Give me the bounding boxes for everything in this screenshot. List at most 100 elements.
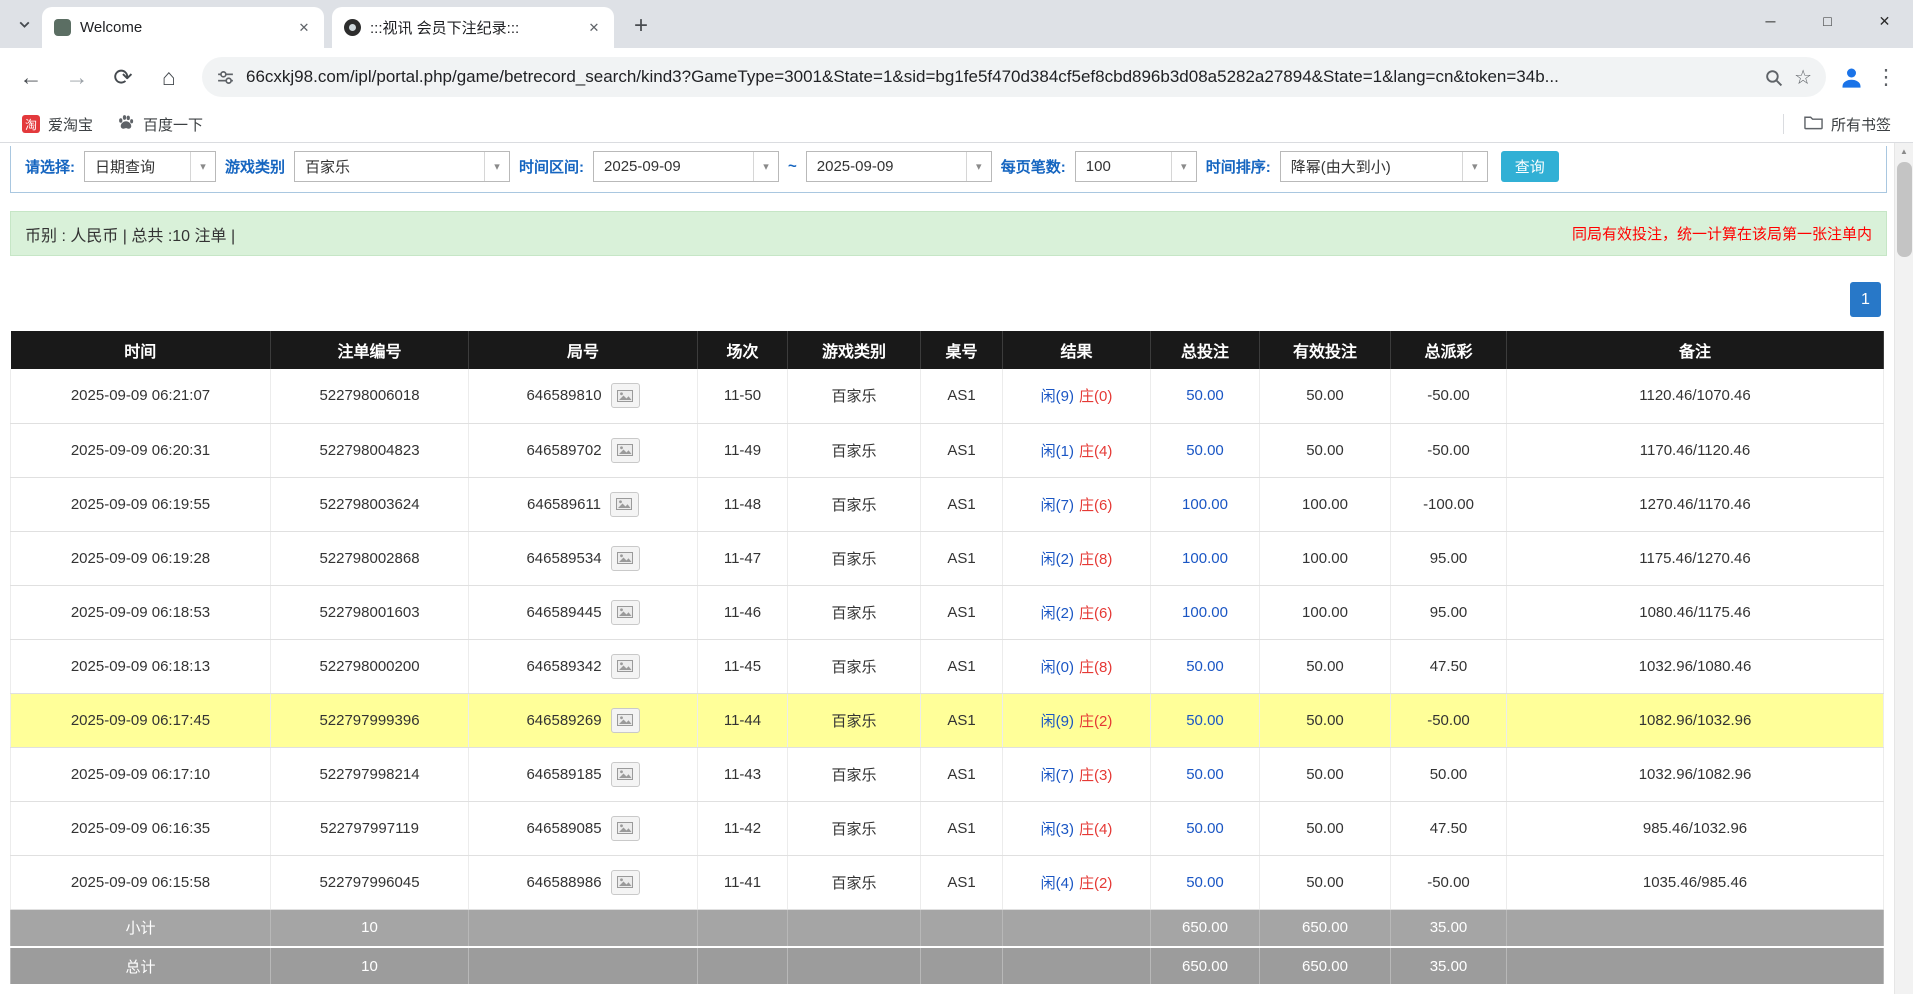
notice-text: 同局有效投注，统一计算在该局第一张注单内	[1572, 223, 1872, 244]
menu-icon[interactable]: ⋮	[1869, 65, 1903, 90]
cell-round: 646589702	[469, 423, 698, 477]
cell-total-bet: 50.00	[1151, 801, 1260, 855]
cell-game-type: 百家乐	[788, 477, 921, 531]
vertical-scrollbar[interactable]: ▲	[1894, 143, 1913, 994]
cell-game-type: 百家乐	[788, 531, 921, 585]
footer-valid-bet: 650.00	[1260, 909, 1391, 947]
table-row: 2025-09-09 06:19:55522798003624646589611…	[11, 477, 1884, 531]
result-banker: 庄(4)	[1079, 821, 1112, 838]
total-bet-link[interactable]: 50.00	[1186, 820, 1224, 837]
reload-button[interactable]: ⟳	[102, 56, 144, 98]
cell-payout: -50.00	[1391, 423, 1507, 477]
tab-bet-records[interactable]: :::视讯 会员下注纪录::: ✕	[332, 7, 614, 48]
bookmark-baidu[interactable]: 百度一下	[107, 109, 213, 139]
pagination: 1	[10, 282, 1881, 317]
cell-result: 闲(0)庄(8)	[1003, 639, 1151, 693]
cell-time: 2025-09-09 06:19:55	[11, 477, 271, 531]
video-replay-icon[interactable]	[611, 816, 640, 841]
cell-result: 闲(2)庄(8)	[1003, 531, 1151, 585]
total-bet-link[interactable]: 50.00	[1186, 874, 1224, 891]
cell-remark: 1120.46/1070.46	[1507, 369, 1884, 423]
profile-icon[interactable]	[1838, 64, 1865, 91]
bookmark-label: 爱淘宝	[48, 114, 93, 135]
cell-remark: 1270.46/1170.46	[1507, 477, 1884, 531]
total-bet-link[interactable]: 100.00	[1182, 604, 1228, 621]
video-replay-icon[interactable]	[610, 492, 639, 517]
scroll-up-icon[interactable]: ▲	[1895, 143, 1913, 160]
search-button[interactable]: 查询	[1501, 151, 1559, 182]
cell-round: 646589185	[469, 747, 698, 801]
cell-remark: 1170.46/1120.46	[1507, 423, 1884, 477]
total-bet-link[interactable]: 50.00	[1186, 766, 1224, 783]
total-bet-link[interactable]: 50.00	[1186, 658, 1224, 675]
forward-button[interactable]: →	[56, 56, 98, 98]
cell-payout: 47.50	[1391, 801, 1507, 855]
date-to-select[interactable]: 2025-09-09 ▾	[806, 151, 992, 182]
zoom-icon[interactable]	[1764, 68, 1783, 87]
video-replay-icon[interactable]	[611, 708, 640, 733]
page-size-select[interactable]: 100 ▾	[1075, 151, 1197, 182]
round-number: 646589611	[527, 496, 601, 513]
cell-round: 646589445	[469, 585, 698, 639]
table-body: 2025-09-09 06:21:07522798006018646589810…	[11, 369, 1884, 985]
tab-favicon	[54, 19, 71, 36]
cell-round: 646589342	[469, 639, 698, 693]
close-button[interactable]: ✕	[1856, 0, 1913, 42]
total-bet-link[interactable]: 50.00	[1186, 387, 1224, 404]
result-player: 闲(7)	[1041, 767, 1074, 784]
video-replay-icon[interactable]	[611, 383, 640, 408]
tab-title: :::视讯 会员下注纪录:::	[370, 17, 575, 38]
tab-title: Welcome	[80, 19, 285, 36]
tab-close-icon[interactable]: ✕	[584, 18, 604, 38]
total-bet-link[interactable]: 50.00	[1186, 712, 1224, 729]
bookmark-label: 百度一下	[143, 114, 203, 135]
cell-payout: -50.00	[1391, 369, 1507, 423]
cell-time: 2025-09-09 06:20:31	[11, 423, 271, 477]
result-banker: 庄(6)	[1079, 497, 1112, 514]
page-button-1[interactable]: 1	[1850, 282, 1881, 317]
video-replay-icon[interactable]	[611, 762, 640, 787]
bookmark-aitaobao[interactable]: 淘 爱淘宝	[12, 110, 103, 139]
date-from-select[interactable]: 2025-09-09 ▾	[593, 151, 779, 182]
cell-session: 11-43	[698, 747, 788, 801]
bookmark-star-icon[interactable]: ☆	[1794, 65, 1812, 90]
video-replay-icon[interactable]	[611, 654, 640, 679]
total-bet-link[interactable]: 100.00	[1182, 496, 1228, 513]
date-from-value: 2025-09-09	[594, 152, 753, 181]
total-bet-link[interactable]: 100.00	[1182, 550, 1228, 567]
video-replay-icon[interactable]	[611, 546, 640, 571]
maximize-button[interactable]: □	[1799, 0, 1856, 42]
video-replay-icon[interactable]	[611, 870, 640, 895]
minimize-button[interactable]: ─	[1742, 0, 1799, 42]
cell-session: 11-50	[698, 369, 788, 423]
scrollbar-thumb[interactable]	[1897, 162, 1912, 257]
cell-table-no: AS1	[921, 423, 1003, 477]
round-number: 646589445	[526, 604, 601, 621]
cell-time: 2025-09-09 06:18:13	[11, 639, 271, 693]
back-button[interactable]: ←	[10, 56, 52, 98]
tab-welcome[interactable]: Welcome ✕	[42, 7, 324, 48]
cell-total-bet: 100.00	[1151, 477, 1260, 531]
cell-session: 11-46	[698, 585, 788, 639]
total-bet-link[interactable]: 50.00	[1186, 442, 1224, 459]
result-banker: 庄(2)	[1079, 875, 1112, 892]
cell-bet-id: 522798002868	[271, 531, 469, 585]
video-replay-icon[interactable]	[611, 600, 640, 625]
column-header: 场次	[698, 331, 788, 369]
tab-bar: Welcome ✕ :::视讯 会员下注纪录::: ✕ + ─ □ ✕	[0, 0, 1913, 48]
game-type-select[interactable]: 百家乐 ▾	[294, 151, 510, 182]
site-info-icon[interactable]	[216, 68, 235, 87]
new-tab-button[interactable]: +	[624, 9, 658, 43]
query-type-select[interactable]: 日期查询 ▾	[84, 151, 216, 182]
video-replay-icon[interactable]	[611, 438, 640, 463]
tab-search-chevron-icon[interactable]	[10, 10, 38, 38]
window-controls: ─ □ ✕	[1742, 0, 1913, 42]
tab-favicon	[344, 19, 361, 36]
all-bookmarks-button[interactable]: 所有书签	[1794, 110, 1901, 139]
tab-close-icon[interactable]: ✕	[294, 18, 314, 38]
home-button[interactable]: ⌂	[148, 56, 190, 98]
query-type-label: 请选择:	[25, 156, 75, 177]
sort-select[interactable]: 降幂(由大到小) ▾	[1280, 151, 1488, 182]
address-bar[interactable]: 66cxkj98.com/ipl/portal.php/game/betreco…	[202, 57, 1826, 97]
result-player: 闲(9)	[1041, 388, 1074, 405]
